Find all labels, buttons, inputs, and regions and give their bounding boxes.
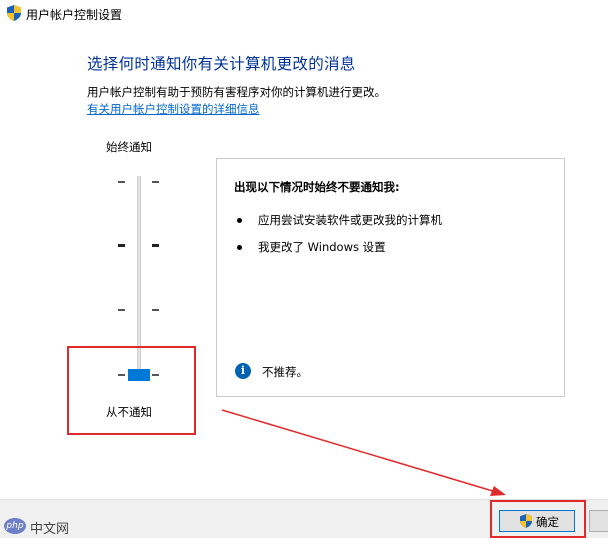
uac-shield-icon — [7, 5, 21, 21]
page-description: 用户帐户控制有助于预防有害程序对你的计算机进行更改。 — [87, 85, 386, 99]
info-note: 不推荐。 — [262, 365, 308, 379]
help-link[interactable]: 有关用户帐户控制设置的详细信息 — [87, 101, 260, 117]
slider-highlight-box — [67, 346, 196, 435]
ok-button-highlight-box — [490, 500, 586, 538]
bullet-icon — [237, 245, 242, 250]
title-bar: 用户帐户控制设置 — [0, 0, 608, 28]
slider-tick — [152, 244, 159, 247]
page-heading: 选择何时通知你有关计算机更改的消息 — [87, 55, 356, 73]
slider-tick — [118, 309, 125, 311]
list-item-text: 应用尝试安装软件或更改我的计算机 — [258, 213, 442, 227]
info-panel: 出现以下情况时始终不要通知我: 应用尝试安装软件或更改我的计算机 我更改了 Wi… — [216, 158, 565, 397]
window-title: 用户帐户控制设置 — [26, 8, 123, 22]
php-logo-icon: php — [4, 518, 26, 534]
cancel-button[interactable] — [589, 510, 608, 532]
watermark-text: 中文网 — [30, 522, 70, 537]
slider-tick — [152, 309, 159, 311]
slider-tick — [152, 181, 159, 183]
info-panel-heading: 出现以下情况时始终不要通知我: — [234, 180, 400, 194]
info-icon: i — [235, 363, 251, 379]
slider-top-label: 始终通知 — [106, 140, 152, 154]
slider-tick — [118, 244, 125, 247]
slider-tick — [118, 181, 125, 183]
bullet-icon — [237, 218, 242, 223]
list-item-text: 我更改了 Windows 设置 — [258, 240, 386, 254]
